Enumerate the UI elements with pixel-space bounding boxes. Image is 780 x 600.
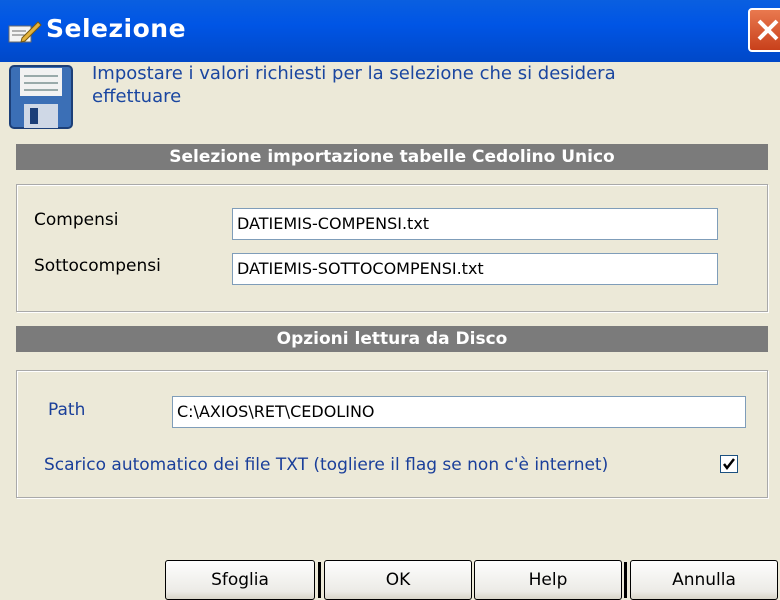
close-button[interactable] [748,8,780,52]
group-import [16,184,768,312]
button-separator [624,562,627,598]
sottocompensi-label: Sottocompensi [34,256,161,276]
ok-button[interactable]: OK [324,560,472,600]
path-input[interactable]: C:\AXIOS\RET\CEDOLINO [172,396,746,428]
group-disk [16,370,768,498]
auto-download-checkbox[interactable] [720,455,738,473]
path-label: Path [48,400,86,420]
cancel-button[interactable]: Annulla [630,560,778,600]
compensi-label: Compensi [34,210,119,230]
browse-button[interactable]: Sfoglia [165,560,315,600]
floppy-disk-icon [8,64,74,130]
checkmark-icon [723,458,735,471]
edit-icon [8,20,42,44]
section-header-import: Selezione importazione tabelle Cedolino … [16,144,768,170]
help-button[interactable]: Help [474,560,622,600]
close-icon [757,19,779,41]
title-bar[interactable]: Selezione [0,0,780,62]
button-separator [318,562,321,598]
compensi-input[interactable]: DATIEMIS-COMPENSI.txt [232,208,718,240]
window-title: Selezione [46,14,187,43]
auto-download-label: Scarico automatico dei file TXT (toglier… [44,455,609,475]
sottocompensi-input[interactable]: DATIEMIS-SOTTOCOMPENSI.txt [232,253,718,285]
section-header-disk: Opzioni lettura da Disco [16,326,768,352]
instruction-text: Impostare i valori richiesti per la sele… [92,63,616,107]
